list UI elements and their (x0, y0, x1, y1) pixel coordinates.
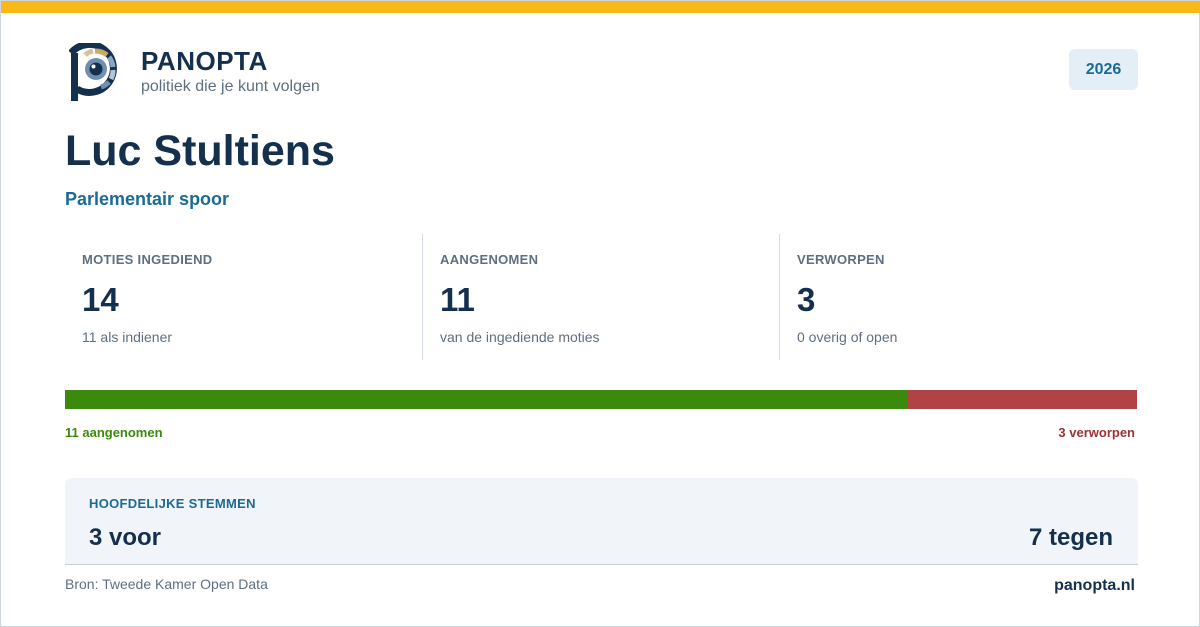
share-card: PANOPTA politiek die je kunt volgen 2026… (0, 0, 1200, 627)
site-link[interactable]: panopta.nl (1054, 577, 1135, 595)
roll-call-votes-panel: HOOFDELIJKE STEMMEN 3 voor 7 tegen (65, 478, 1138, 565)
stat-adopted: AANGENOMEN 11 van de ingediende moties (422, 234, 779, 360)
result-bar-adopted-segment (65, 390, 908, 409)
result-bar-rejected-segment (907, 390, 1137, 409)
votes-for: 3 voor (89, 524, 162, 551)
brand-tagline: politiek die je kunt volgen (141, 78, 320, 95)
adopted-count-label: 11 aangenomen (65, 425, 163, 440)
person-name: Luc Stultiens (65, 127, 335, 175)
stat-note: 0 overig of open (797, 329, 898, 345)
roll-call-votes-heading: HOOFDELIJKE STEMMEN (89, 496, 256, 511)
stat-value: 11 (440, 281, 475, 318)
track-subtitle: Parlementair spoor (65, 189, 230, 209)
stat-value: 3 (797, 281, 816, 318)
top-accent-stripe (1, 1, 1200, 13)
data-source: Bron: Tweede Kamer Open Data (65, 576, 268, 592)
brand-name: PANOPTA (141, 46, 268, 76)
stat-label: AANGENOMEN (440, 252, 539, 267)
votes-against: 7 tegen (1028, 524, 1113, 551)
rejected-count-label: 3 verworpen (1058, 425, 1135, 440)
stat-note: van de ingediende moties (440, 329, 600, 345)
stat-value: 14 (82, 281, 119, 318)
stat-motions-submitted: MOTIES INGEDIEND 14 11 als indiener (65, 234, 422, 360)
stat-label: MOTIES INGEDIEND (82, 252, 213, 267)
stat-label: VERWORPEN (797, 252, 885, 267)
year-badge: 2026 (1069, 49, 1138, 90)
panopta-eye-logo-icon (69, 43, 117, 101)
stat-rejected: VERWORPEN 3 0 overig of open (779, 234, 1137, 360)
stat-note: 11 als indiener (82, 329, 173, 345)
result-bar (65, 390, 1137, 409)
